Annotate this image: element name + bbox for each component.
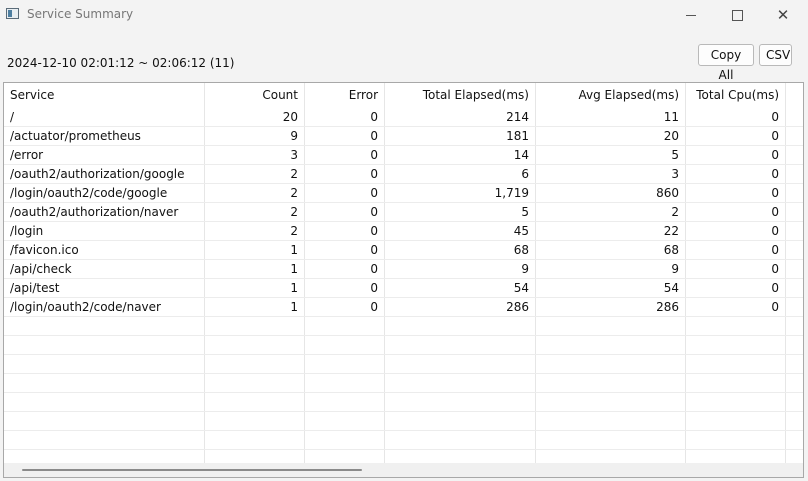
row-divider bbox=[4, 373, 803, 374]
table-cell[interactable]: 6 bbox=[384, 165, 535, 184]
table-cell[interactable]: 0 bbox=[304, 127, 384, 146]
maximize-button[interactable] bbox=[714, 0, 760, 30]
table-cell[interactable]: /actuator/prometheus bbox=[4, 127, 204, 146]
table-cell[interactable]: 2 bbox=[204, 184, 304, 203]
table-cell[interactable]: 2 bbox=[204, 203, 304, 222]
column-header[interactable]: Error bbox=[304, 83, 384, 108]
table-cell[interactable]: 3 bbox=[535, 165, 685, 184]
copy-all-button[interactable]: Copy All bbox=[698, 44, 754, 82]
table-cell[interactable]: 0 bbox=[685, 203, 785, 222]
table-cell[interactable]: /oauth2/authorization/google bbox=[4, 165, 204, 184]
table-cell[interactable]: 0 bbox=[685, 127, 785, 146]
row-divider bbox=[4, 430, 803, 431]
table-cell[interactable]: 181 bbox=[384, 127, 535, 146]
table-cell[interactable]: /api/test bbox=[4, 279, 204, 298]
column-header[interactable]: Service bbox=[4, 83, 204, 108]
table-grid: Service Count Error Total Elapsed(ms) Avg El… bbox=[4, 83, 803, 469]
table-cell[interactable]: 11 bbox=[535, 108, 685, 127]
table-cell[interactable]: 0 bbox=[304, 108, 384, 127]
close-button[interactable]: ✕ bbox=[760, 0, 806, 30]
table-cell[interactable]: 0 bbox=[304, 279, 384, 298]
table-cell[interactable]: 286 bbox=[535, 298, 685, 317]
table-cell[interactable]: 2 bbox=[204, 165, 304, 184]
table-cell[interactable]: 0 bbox=[304, 203, 384, 222]
table-cell[interactable]: 1 bbox=[204, 260, 304, 279]
table-cell[interactable]: 54 bbox=[384, 279, 535, 298]
table-cell[interactable]: 20 bbox=[535, 127, 685, 146]
table-cell[interactable]: 0 bbox=[304, 241, 384, 260]
table-cell[interactable]: / bbox=[4, 108, 204, 127]
table-cell[interactable]: 0 bbox=[304, 146, 384, 165]
title-bar: Service Summary ✕ bbox=[0, 0, 808, 30]
table-cell[interactable]: 54 bbox=[535, 279, 685, 298]
table-cell[interactable]: /login bbox=[4, 222, 204, 241]
table-cell[interactable]: 0 bbox=[685, 165, 785, 184]
close-icon: ✕ bbox=[776, 6, 790, 24]
table-cell[interactable]: /login/oauth2/code/naver bbox=[4, 298, 204, 317]
table-cell[interactable]: 20 bbox=[204, 108, 304, 127]
table-cell[interactable]: 2 bbox=[204, 222, 304, 241]
table-cell[interactable]: 0 bbox=[304, 222, 384, 241]
app-icon bbox=[6, 8, 19, 19]
table-cell[interactable]: /error bbox=[4, 146, 204, 165]
table-cell[interactable]: 45 bbox=[384, 222, 535, 241]
table-cell[interactable]: 0 bbox=[304, 184, 384, 203]
table-cell[interactable]: 5 bbox=[384, 203, 535, 222]
row-divider bbox=[4, 449, 803, 450]
table-cell[interactable]: 1 bbox=[204, 298, 304, 317]
table-cell[interactable]: 2 bbox=[535, 203, 685, 222]
table-cell[interactable]: 0 bbox=[685, 241, 785, 260]
horizontal-scrollbar[interactable] bbox=[4, 463, 803, 477]
maximize-icon bbox=[731, 9, 743, 21]
table-cell[interactable]: 9 bbox=[384, 260, 535, 279]
table-cell[interactable]: 0 bbox=[304, 165, 384, 184]
service-summary-table[interactable]: Service Count Error Total Elapsed(ms) Avg El… bbox=[3, 82, 804, 478]
row-divider bbox=[4, 354, 803, 355]
column-header[interactable]: Avg Elapsed(ms) bbox=[535, 83, 685, 108]
table-cell[interactable]: 0 bbox=[685, 260, 785, 279]
row-divider bbox=[4, 335, 803, 336]
table-cell[interactable]: 9 bbox=[535, 260, 685, 279]
table-cell[interactable]: 1 bbox=[204, 241, 304, 260]
window-title: Service Summary bbox=[27, 7, 134, 21]
table-cell[interactable]: /api/check bbox=[4, 260, 204, 279]
table-cell[interactable]: /favicon.ico bbox=[4, 241, 204, 260]
table-cell[interactable]: 5 bbox=[535, 146, 685, 165]
table-cell[interactable]: 0 bbox=[685, 279, 785, 298]
table-cell[interactable]: 14 bbox=[384, 146, 535, 165]
column-header[interactable]: Total Cpu(ms) bbox=[685, 83, 785, 108]
table-cell[interactable]: 286 bbox=[384, 298, 535, 317]
table-cell[interactable]: 1 bbox=[204, 279, 304, 298]
row-divider bbox=[4, 411, 803, 412]
table-cell[interactable]: /login/oauth2/code/google bbox=[4, 184, 204, 203]
minimize-button[interactable] bbox=[668, 0, 714, 30]
table-cell[interactable]: 0 bbox=[304, 298, 384, 317]
scrollbar-thumb[interactable] bbox=[22, 469, 362, 471]
minimize-icon bbox=[686, 14, 696, 16]
table-cell[interactable]: 68 bbox=[384, 241, 535, 260]
table-cell[interactable]: 0 bbox=[685, 146, 785, 165]
table-cell[interactable]: 0 bbox=[685, 298, 785, 317]
column-header[interactable]: Total Elapsed(ms) bbox=[384, 83, 535, 108]
table-cell[interactable]: 9 bbox=[204, 127, 304, 146]
table-cell[interactable]: 0 bbox=[304, 260, 384, 279]
table-cell[interactable]: /oauth2/authorization/naver bbox=[4, 203, 204, 222]
csv-button[interactable]: CSV bbox=[759, 44, 792, 66]
row-divider bbox=[4, 392, 803, 393]
table-cell[interactable]: 3 bbox=[204, 146, 304, 165]
table-cell[interactable]: 22 bbox=[535, 222, 685, 241]
table-cell[interactable]: 214 bbox=[384, 108, 535, 127]
table-cell[interactable]: 0 bbox=[685, 108, 785, 127]
table-cell[interactable]: 860 bbox=[535, 184, 685, 203]
column-divider[interactable] bbox=[785, 83, 786, 463]
table-cell[interactable]: 0 bbox=[685, 222, 785, 241]
table-cell[interactable]: 1,719 bbox=[384, 184, 535, 203]
column-header[interactable]: Count bbox=[204, 83, 304, 108]
time-range-label: 2024-12-10 02:01:12 ~ 02:06:12 (11) bbox=[7, 56, 235, 70]
table-cell[interactable]: 0 bbox=[685, 184, 785, 203]
table-cell[interactable]: 68 bbox=[535, 241, 685, 260]
